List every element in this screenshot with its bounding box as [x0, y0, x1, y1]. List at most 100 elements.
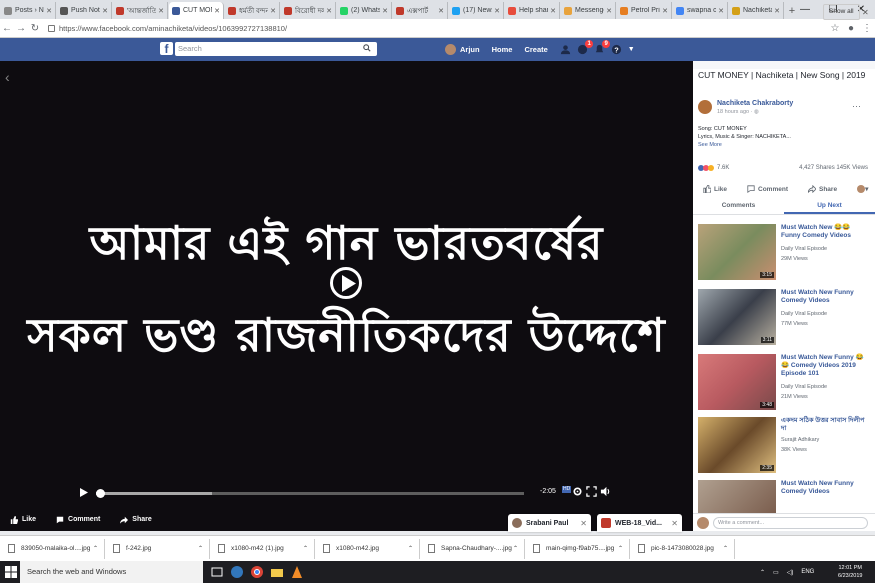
- download-options-chevron-icon[interactable]: ⌃: [303, 545, 308, 552]
- help-icon[interactable]: ?: [611, 44, 622, 55]
- up-next-title[interactable]: Must Watch New Funny Comedy Videos: [781, 289, 867, 305]
- taskbar-search-input[interactable]: Search the web and Windows: [20, 561, 203, 583]
- tab-close-icon[interactable]: ✕: [326, 7, 332, 15]
- account-menu-chevron-icon[interactable]: ▼: [628, 46, 635, 53]
- panel-like-button[interactable]: Like: [703, 185, 727, 193]
- share-as-selector[interactable]: ▾: [857, 185, 868, 193]
- show-all-button[interactable]: Show all: [823, 4, 860, 20]
- tab-close-icon[interactable]: ✕: [102, 7, 108, 15]
- chat-tab-srabani[interactable]: Srabani Paul ✕: [508, 514, 591, 532]
- video-thumbnail[interactable]: 3:11: [698, 289, 776, 345]
- browser-tab[interactable]: Push Notif ✕: [57, 2, 112, 19]
- tab-close-icon[interactable]: ✕: [158, 7, 164, 15]
- user-avatar[interactable]: [445, 44, 456, 55]
- browser-tab[interactable]: (17) News ✕: [449, 2, 504, 19]
- network-icon[interactable]: ▭: [773, 569, 779, 576]
- forward-icon[interactable]: →: [14, 23, 28, 34]
- download-item[interactable]: x1080-m42 (1).jpg ⌃: [210, 538, 315, 559]
- chat-close-icon[interactable]: ✕: [671, 519, 678, 528]
- chrome-icon[interactable]: [250, 565, 264, 579]
- windows-start-icon[interactable]: [5, 566, 17, 578]
- settings-gear-icon[interactable]: [572, 486, 583, 497]
- create-link[interactable]: Create: [524, 45, 547, 54]
- reactions-summary[interactable]: 7.6K: [698, 165, 729, 171]
- author-avatar[interactable]: [698, 100, 712, 114]
- download-options-chevron-icon[interactable]: ⌃: [618, 545, 623, 552]
- vlc-icon[interactable]: [290, 565, 304, 579]
- browser-tab[interactable]: এক্সপার্ট ✕: [393, 2, 448, 19]
- more-options-icon[interactable]: ···: [852, 101, 861, 111]
- like-button[interactable]: Like: [10, 515, 36, 524]
- comment-button[interactable]: Comment: [56, 516, 100, 524]
- language-indicator[interactable]: ENG: [801, 569, 814, 575]
- progress-bar[interactable]: [96, 489, 524, 498]
- up-next-title[interactable]: Must Watch New 😂😂 Funny Comedy Videos: [781, 224, 867, 240]
- user-name-link[interactable]: Arjun: [460, 45, 480, 54]
- browser-tab[interactable]: বিরোধী দল ✕: [281, 2, 336, 19]
- progress-scrubber[interactable]: [96, 489, 105, 498]
- bookmark-star-icon[interactable]: ☆: [827, 23, 843, 34]
- comment-input[interactable]: Write a comment...: [713, 517, 868, 529]
- tab-close-icon[interactable]: ✕: [774, 7, 780, 15]
- tab-close-icon[interactable]: ✕: [438, 7, 444, 15]
- facebook-logo-icon[interactable]: f: [160, 42, 173, 56]
- browser-tab[interactable]: Messenge ✕: [561, 2, 616, 19]
- play-button-icon[interactable]: [80, 488, 88, 497]
- up-next-title[interactable]: Must Watch New Funny Comedy Videos: [781, 480, 867, 496]
- up-next-item[interactable]: 2:35 একদম সঠিক উত্তর সাবাস দিলীপ দা Sura…: [698, 417, 868, 475]
- tab-comments[interactable]: Comments: [693, 199, 784, 214]
- up-next-title[interactable]: Must Watch New Funny 😂 😂 Comedy Videos 2…: [781, 354, 867, 378]
- facebook-search-input[interactable]: Search: [175, 42, 377, 56]
- notifications-icon[interactable]: 9: [594, 40, 610, 55]
- search-icon[interactable]: [363, 44, 371, 52]
- browser-tab[interactable]: Nachiketa ✕: [729, 2, 784, 19]
- video-thumbnail[interactable]: 2:35: [698, 417, 776, 473]
- download-options-chevron-icon[interactable]: ⌃: [513, 545, 518, 552]
- panel-comment-button[interactable]: Comment: [747, 185, 788, 193]
- tray-up-icon[interactable]: ⌃: [760, 569, 765, 576]
- browser-tab[interactable]: Posts › Ne✕: [1, 2, 56, 19]
- close-downloads-icon[interactable]: ✕: [862, 8, 869, 17]
- browser-tab[interactable]: ধর্মতী বন্দনা✕: [225, 2, 280, 19]
- tab-close-icon[interactable]: ✕: [214, 7, 220, 15]
- task-view-icon[interactable]: [210, 565, 224, 579]
- chat-close-icon[interactable]: ✕: [580, 519, 587, 528]
- download-options-chevron-icon[interactable]: ⌃: [408, 545, 413, 552]
- back-icon[interactable]: ←: [0, 23, 14, 34]
- browser-tab[interactable]: CUT MON✕: [169, 2, 224, 19]
- tab-close-icon[interactable]: ✕: [718, 7, 724, 15]
- download-item[interactable]: main-qimg-f9ab75....jpg ⌃: [525, 538, 630, 559]
- download-item[interactable]: f-242.jpg ⌃: [105, 538, 210, 559]
- volume-icon[interactable]: [600, 486, 611, 497]
- up-next-item[interactable]: 3:11 Must Watch New Funny Comedy Videos …: [698, 289, 868, 347]
- panel-share-button[interactable]: Share: [808, 185, 837, 193]
- tab-close-icon[interactable]: ✕: [270, 7, 276, 15]
- tab-close-icon[interactable]: ✕: [662, 7, 668, 15]
- url-field[interactable]: https://www.facebook.com/aminachiketa/vi…: [48, 21, 827, 35]
- up-next-title[interactable]: একদম সঠিক উত্তর সাবাস দিলীপ দা: [781, 417, 867, 433]
- browser-tab[interactable]: (2) WhatsA✕: [337, 2, 392, 19]
- fullscreen-icon[interactable]: [586, 486, 597, 497]
- tab-close-icon[interactable]: ✕: [494, 7, 500, 15]
- download-item[interactable]: pic-8-1473080028.jpg ⌃: [630, 538, 735, 559]
- download-item[interactable]: 839050-malaika-ol....jpg ⌃: [0, 538, 105, 559]
- video-thumbnail[interactable]: 3:48: [698, 354, 776, 410]
- menu-icon[interactable]: ⋮: [859, 23, 875, 34]
- up-next-item[interactable]: 3:15 Must Watch New 😂😂 Funny Comedy Vide…: [698, 224, 868, 282]
- browser-tab[interactable]: Help shar ✕: [505, 2, 560, 19]
- tab-close-icon[interactable]: ✕: [382, 7, 388, 15]
- video-player[interactable]: ‹ আমার এই গান ভারতবর্ষের সকল ভণ্ড রাজনীত…: [0, 61, 693, 531]
- reload-icon[interactable]: ↻: [28, 23, 42, 34]
- download-options-chevron-icon[interactable]: ⌃: [723, 545, 728, 552]
- video-thumbnail[interactable]: 3:15: [698, 224, 776, 280]
- volume-tray-icon[interactable]: ◁): [787, 569, 794, 576]
- taskbar-clock[interactable]: 12:01 PM 6/23/2019: [838, 564, 862, 580]
- back-chevron-icon[interactable]: ‹: [5, 69, 10, 85]
- download-options-chevron-icon[interactable]: ⌃: [198, 545, 203, 552]
- friend-requests-icon[interactable]: [560, 44, 571, 55]
- tab-up-next[interactable]: Up Next: [784, 199, 875, 214]
- up-next-item[interactable]: 3:48 Must Watch New Funny 😂 😂 Comedy Vid…: [698, 354, 868, 412]
- messenger-icon[interactable]: 1: [577, 40, 593, 55]
- author-name[interactable]: Nachiketa Chakraborty: [717, 100, 793, 107]
- see-more-link[interactable]: See More: [698, 141, 791, 149]
